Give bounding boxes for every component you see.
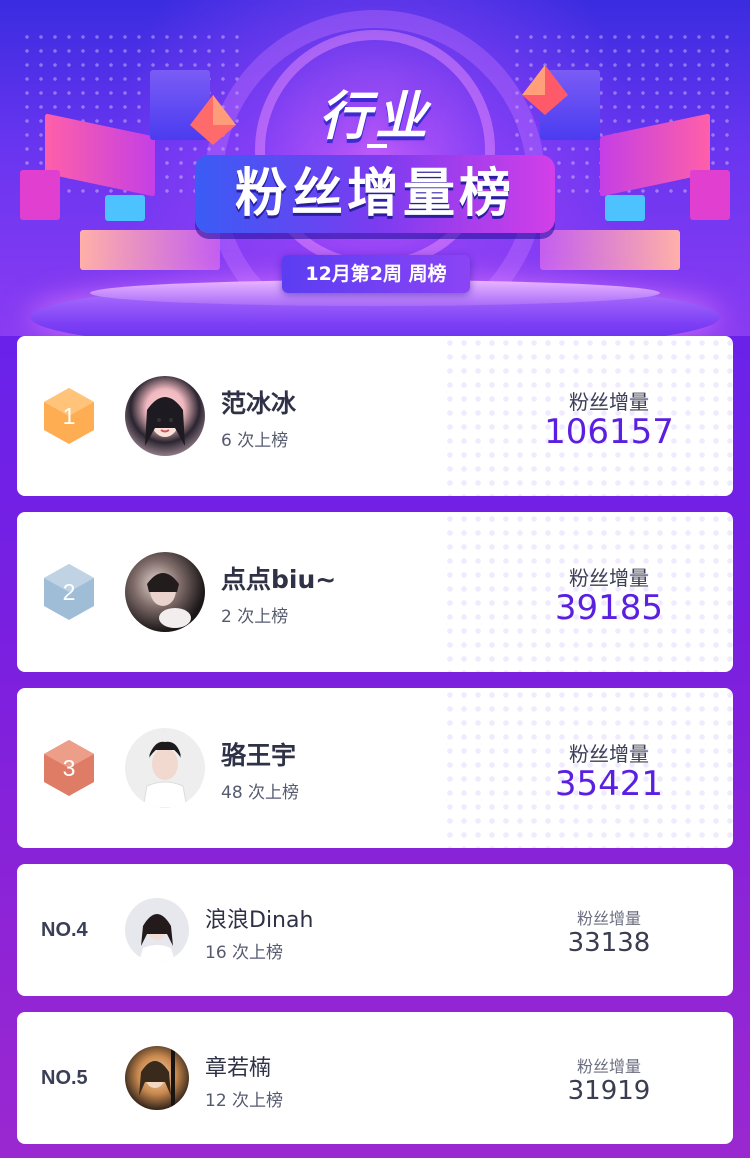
avatar-photo-icon (139, 914, 175, 962)
avatar-illustration-icon (145, 397, 185, 446)
header-banner: 行业 粉丝增量榜 12月第2周 周榜 (0, 0, 750, 336)
banner-title-dash (367, 144, 387, 148)
avatar[interactable] (125, 376, 205, 456)
avatar-photo-icon (139, 1046, 175, 1110)
entry-times: 6 次上榜 (221, 431, 289, 451)
rank-number: 1 (62, 403, 76, 429)
banner-block-decoration (605, 195, 645, 221)
stat-label: 粉丝增量 (569, 390, 649, 414)
week-label: 12月第2周 周榜 (282, 255, 470, 293)
stat-label: 粉丝增量 (576, 1057, 641, 1076)
fan-increase-value: 39185 (554, 588, 664, 628)
entry-times: 16 次上榜 (205, 943, 284, 963)
ranking-card-2[interactable]: 2 点点biu~ 2 次上榜 粉丝增量 39185 (17, 512, 733, 672)
rank-badge-2: 2 (44, 564, 94, 620)
stat-label: 粉丝增量 (569, 566, 649, 590)
stat-label: 粉丝增量 (576, 909, 641, 928)
banner-title-line2-plate: 粉丝增量榜 (195, 155, 555, 233)
fan-increase-value: 35421 (554, 764, 664, 804)
banner-block-decoration (105, 195, 145, 221)
entry-times: 12 次上榜 (205, 1091, 284, 1111)
rank-number: 3 (62, 755, 76, 781)
banner-title-line2: 粉丝增量榜 (234, 164, 515, 224)
rank-number: NO.5 (41, 1067, 88, 1089)
avatar[interactable] (125, 728, 205, 808)
entry-name[interactable]: 浪浪Dinah (205, 902, 313, 934)
fan-increase-value: 31919 (567, 1076, 651, 1106)
avatar-photo-icon (147, 573, 191, 628)
stat-label: 粉丝增量 (569, 742, 649, 766)
fan-increase-value: 33138 (567, 928, 651, 958)
ranking-card-4[interactable]: NO.4 浪浪Dinah 16 次上榜 粉丝增量 33138 (17, 864, 733, 996)
banner-block-decoration (20, 170, 60, 220)
rank-badge-1: 1 (44, 388, 94, 444)
entry-times: 2 次上榜 (221, 607, 289, 627)
avatar-photo-icon (142, 741, 188, 808)
ranking-card-1[interactable]: 1 范冰冰 6 次上榜 粉丝增量 106157 (17, 336, 733, 496)
avatar[interactable] (125, 1046, 189, 1110)
entry-name[interactable]: 章若楠 (205, 1050, 271, 1082)
rank-number: 2 (62, 579, 76, 605)
entry-name[interactable]: 骆王宇 (221, 736, 296, 772)
avatar[interactable] (125, 552, 205, 632)
entry-times: 48 次上榜 (221, 783, 300, 803)
rank-number: NO.4 (41, 919, 88, 941)
banner-block-decoration (80, 230, 220, 270)
ranking-card-5[interactable]: NO.5 章若楠 12 次上榜 粉丝增量 31919 (17, 1012, 733, 1144)
avatar[interactable] (125, 898, 189, 962)
rank-badge-3: 3 (44, 740, 94, 796)
entry-name[interactable]: 范冰冰 (221, 384, 296, 420)
entry-name[interactable]: 点点biu~ (221, 560, 336, 596)
fan-increase-value: 106157 (544, 412, 674, 452)
banner-block-decoration (540, 230, 680, 270)
banner-block-decoration (690, 170, 730, 220)
banner-ring-decoration (255, 30, 495, 270)
ranking-card-3[interactable]: 3 骆王宇 48 次上榜 粉丝增量 35421 (17, 688, 733, 848)
banner-title-line1: 行业 (318, 87, 431, 147)
